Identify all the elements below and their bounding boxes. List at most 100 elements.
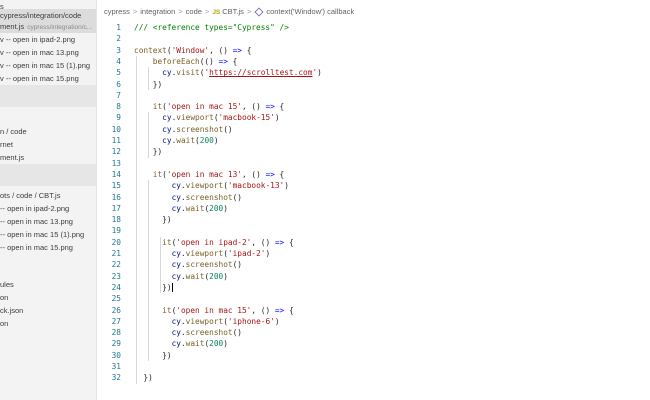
line-number: 18 — [111, 215, 121, 225]
code-token: 'open in ipad-2' — [176, 237, 252, 247]
sidebar-item[interactable]: v -- open in mac 15 (1).png — [0, 59, 96, 72]
breadcrumb-item-integration[interactable]: integration — [140, 7, 175, 16]
code-line: 2 — [97, 33, 650, 44]
sidebar-item-label: v -- open in mac 13.png — [0, 48, 79, 57]
code-line: 28 cy.screenshot() — [97, 327, 650, 338]
text-cursor — [171, 283, 173, 293]
sidebar-item[interactable]: ules — [0, 278, 96, 291]
code-line: 7 — [97, 90, 650, 101]
code-line: 26 it('open in mac 15', () => { — [97, 305, 650, 316]
code-token: viewport — [185, 181, 224, 191]
indent-guide — [160, 236, 161, 294]
javascript-file-icon: JS — [212, 9, 221, 16]
code-token: }) — [134, 215, 172, 225]
code-text: beforeEach(() => { — [134, 56, 238, 67]
code-line: 17 cy.wait(200) — [97, 203, 650, 214]
code-token: () — [223, 124, 233, 134]
sidebar-item[interactable]: -- open in mac 15 (1).png — [0, 228, 96, 241]
breadcrumb-item-symbol[interactable]: context('Window') callback — [266, 7, 354, 16]
code-text: cy.screenshot() — [134, 192, 242, 203]
code-line: 20 it('open in ipad-2', () => { — [97, 237, 650, 248]
line-number: 24 — [111, 282, 121, 292]
sidebar-item[interactable]: n / code — [0, 125, 96, 138]
code-token: }) — [134, 350, 172, 360]
code-line: 11 cy.wait(200) — [97, 135, 650, 146]
code-token: 'open in mac 15' — [166, 102, 242, 112]
code-token: it — [152, 169, 163, 179]
line-number: 22 — [111, 260, 121, 270]
code-token: => — [265, 169, 275, 179]
code-text: it('open in mac 15', () => { — [134, 305, 293, 316]
sidebar-item[interactable]: ment.js — [0, 151, 96, 164]
code-token: ) — [213, 136, 219, 145]
code-token: wait — [185, 203, 205, 213]
code-token: 200 — [209, 203, 224, 213]
sidebar-item[interactable]: -- open in mac 13.png — [0, 215, 96, 228]
sidebar-item[interactable]: on — [0, 317, 96, 330]
code-token: ) — [317, 68, 322, 78]
code-token: , () — [241, 102, 266, 112]
symbol-method-icon — [254, 7, 264, 17]
sidebar-item[interactable]: -- open in mac 15.png — [0, 241, 96, 254]
sidebar-item-label: v -- open in mac 15 (1).png — [0, 61, 91, 70]
code-text: cy.viewport('macbook-13') — [134, 180, 289, 191]
code-token: { — [274, 169, 285, 179]
sidebar-item-label: rnet — [0, 140, 13, 149]
sidebar-item[interactable]: rnet — [0, 138, 96, 151]
sidebar-section-divider — [0, 164, 96, 186]
code-token: }) — [134, 282, 172, 292]
sidebar-item-label: v -- open in ipad-2.png — [0, 35, 76, 44]
sidebar-item-label: ment.js — [0, 22, 25, 31]
code-line: 4 beforeEach(() => { — [97, 56, 650, 67]
code-line: 16 cy.screenshot() — [97, 192, 650, 203]
line-number: 11 — [111, 136, 121, 145]
breadcrumb-item-file[interactable]: CBT.js — [222, 7, 244, 16]
breadcrumb-item-code[interactable]: code — [186, 7, 202, 16]
chevron-right-icon: > — [132, 7, 138, 16]
code-line: 8 it('open in mac 15', () => { — [97, 101, 650, 112]
code-token: 'macbook-13' — [227, 181, 285, 191]
code-token: ) — [223, 203, 228, 213]
code-token: it — [162, 305, 172, 315]
sidebar-item[interactable]: v -- open in mac 13.png — [0, 46, 96, 59]
line-number: 32 — [111, 373, 121, 383]
code-line: 23 cy.wait(200) — [97, 271, 650, 282]
sidebar-item[interactable]: on — [0, 291, 96, 304]
code-token: () — [232, 260, 242, 270]
line-number: 17 — [111, 203, 121, 213]
code-token: visit — [176, 68, 200, 78]
code-token: cy — [171, 339, 181, 349]
code-line: 24 }) — [97, 282, 650, 293]
sidebar-item-label: n / code — [0, 127, 27, 136]
sidebar-item[interactable]: v -- open in mac 15.png — [0, 72, 96, 85]
code-token: 'Window' — [171, 45, 210, 55]
indent-guide — [148, 67, 149, 90]
code-editor[interactable]: 1 /// <reference types="Cypress" /> 2 3 cont… — [97, 22, 650, 400]
line-number: 1 — [116, 23, 121, 32]
sidebar-item[interactable]: ment.js cypress/integration/c... — [0, 20, 96, 33]
sidebar-item[interactable]: -- open in ipad-2.png — [0, 202, 96, 215]
code-token: cy — [171, 260, 181, 270]
code-token: 'open in mac 13' — [166, 169, 242, 179]
code-token: ) — [274, 316, 280, 326]
code-line: 12 }) — [97, 146, 650, 157]
sidebar-item[interactable]: ck.json — [0, 304, 96, 317]
breadcrumb-item-cypress[interactable]: cypress — [104, 7, 130, 16]
code-text: it('open in ipad-2', () => { — [134, 237, 293, 248]
code-token: it — [152, 102, 163, 112]
code-line: 30 }) — [97, 350, 650, 361]
code-token: cy — [162, 136, 172, 145]
code-token: cy — [171, 328, 181, 338]
sidebar-item-label: -- open in ipad-2.png — [0, 204, 70, 213]
sidebar-section-divider — [0, 85, 96, 107]
sidebar-item[interactable]: v -- open in ipad-2.png — [0, 33, 96, 46]
code-token: cy — [162, 124, 172, 134]
line-number: 23 — [111, 271, 121, 281]
code-text: context('Window', () => { — [134, 45, 251, 56]
code-line: 27 cy.viewport('iphone-6') — [97, 316, 650, 327]
code-token: { — [242, 45, 252, 55]
sidebar-item[interactable]: ots / code / CBT.js — [0, 189, 96, 202]
